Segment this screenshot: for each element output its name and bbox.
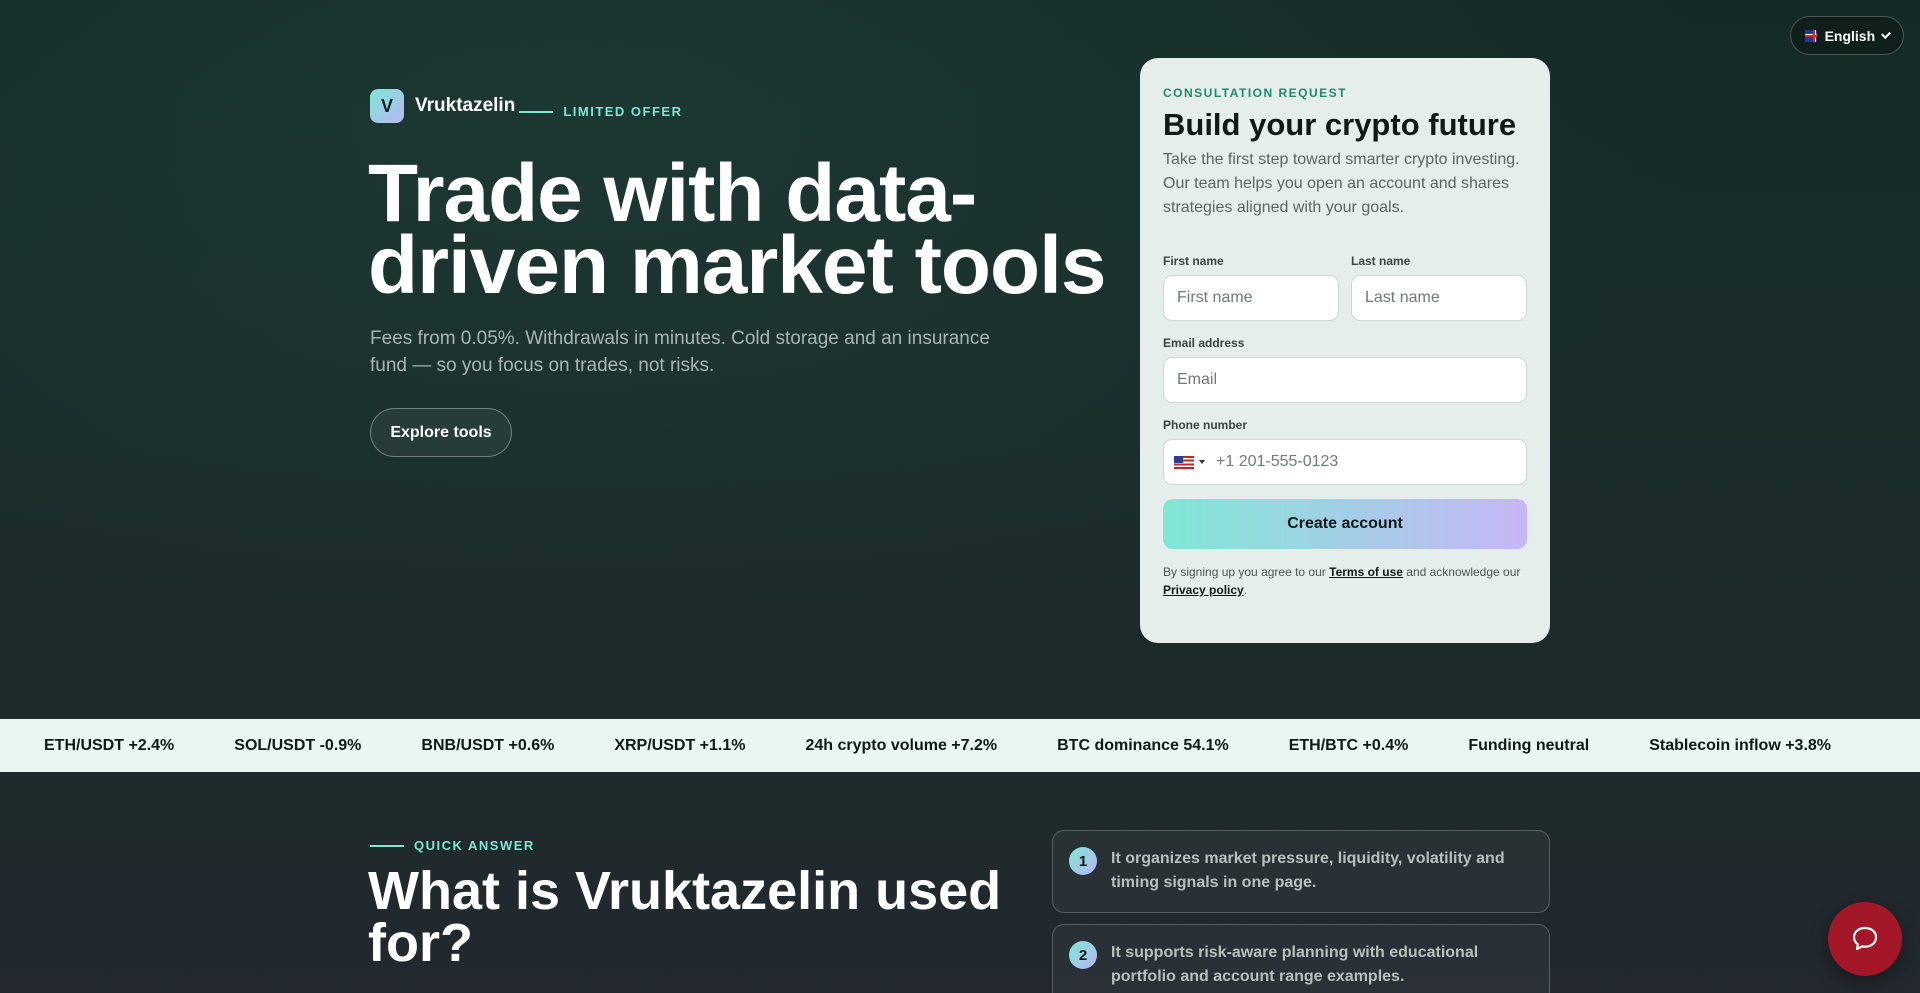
ticker-item: ETH/BTC +0.4% xyxy=(1288,736,1409,754)
legal-prefix: By signing up you agree to our xyxy=(1163,565,1326,579)
country-dropdown-icon[interactable] xyxy=(1199,460,1205,464)
ticker-item: XRP/USDT +1.1% xyxy=(614,736,746,754)
first-name-input[interactable] xyxy=(1163,275,1339,321)
last-name-input[interactable] xyxy=(1351,275,1527,321)
first-name-label: First name xyxy=(1163,254,1224,268)
quick-answer-text: It supports risk-aware planning with edu… xyxy=(1111,944,1479,985)
quick-answer-title: What is Vruktazelin used for? xyxy=(368,861,1002,973)
terms-link[interactable]: Terms of use xyxy=(1329,565,1403,579)
step-number: 1 xyxy=(1069,847,1097,875)
legal-suffix: . xyxy=(1243,583,1248,597)
last-name-group: Last name xyxy=(1351,254,1527,321)
market-ticker: ETH/USDT +2.4% SOL/USDT -0.9% BNB/USDT +… xyxy=(0,719,1920,772)
phone-input[interactable] xyxy=(1216,453,1516,471)
legal-text: By signing up you agree to our Terms of … xyxy=(1163,563,1527,599)
quick-answer-item: 2 It supports risk-aware planning with e… xyxy=(1052,924,1550,993)
ticker-item: ETH/USDT +2.4% xyxy=(44,736,175,754)
explore-tools-button[interactable]: Explore tools xyxy=(370,408,512,457)
legal-middle: and acknowledge our xyxy=(1406,565,1521,579)
email-input[interactable] xyxy=(1163,357,1527,403)
quick-answer-label: QUICK ANSWER xyxy=(414,838,535,853)
eyebrow-divider xyxy=(370,844,404,847)
language-label: English xyxy=(1824,27,1876,44)
chat-button[interactable] xyxy=(1828,902,1902,976)
last-name-label: Last name xyxy=(1351,254,1411,268)
chat-bubble-icon xyxy=(1852,926,1878,951)
phone-group: Phone number xyxy=(1163,418,1527,485)
form-title: Build your crypto future xyxy=(1163,107,1517,142)
privacy-link[interactable]: Privacy policy xyxy=(1163,583,1244,597)
brand-name[interactable]: Vruktazelin xyxy=(415,95,515,117)
limited-offer-label: LIMITED OFFER xyxy=(563,103,683,119)
hero-title: Trade with data-driven market tools xyxy=(368,148,1106,311)
brand: V Vruktazelin LIMITED OFFER xyxy=(370,89,683,123)
ticker-item: BNB/USDT +0.6% xyxy=(421,736,555,754)
email-group: Email address xyxy=(1163,336,1527,403)
first-name-group: First name xyxy=(1163,254,1339,321)
hero-subtitle: Fees from 0.05%. Withdrawals in minutes.… xyxy=(370,328,990,376)
ticker-item: Funding neutral xyxy=(1468,736,1590,754)
ticker-item: Stablecoin inflow +3.8% xyxy=(1649,736,1832,754)
ticker-item: BTC dominance 54.1% xyxy=(1057,736,1229,754)
form-eyebrow: CONSULTATION REQUEST xyxy=(1163,86,1347,100)
consultation-form: CONSULTATION REQUEST Build your crypto f… xyxy=(1140,58,1550,643)
language-selector[interactable]: English xyxy=(1790,16,1904,55)
phone-label: Phone number xyxy=(1163,418,1248,432)
uk-flag-icon xyxy=(1805,29,1817,42)
quick-answer-item: 1 It organizes market pressure, liquidit… xyxy=(1052,830,1550,913)
quick-answer-eyebrow: QUICK ANSWER xyxy=(370,838,535,853)
chevron-down-icon xyxy=(1881,28,1891,39)
form-description: Take the first step toward smarter crypt… xyxy=(1163,151,1520,216)
brand-divider xyxy=(519,111,554,113)
create-account-button[interactable]: Create account xyxy=(1163,499,1527,549)
ticker-item: SOL/USDT -0.9% xyxy=(234,736,362,754)
phone-field xyxy=(1163,439,1527,485)
step-number: 2 xyxy=(1069,941,1097,969)
brand-logo[interactable]: V xyxy=(370,89,404,123)
quick-answer-text: It organizes market pressure, liquidity,… xyxy=(1111,850,1505,891)
us-flag-icon[interactable] xyxy=(1174,455,1194,469)
email-label: Email address xyxy=(1163,336,1245,350)
ticker-item: 24h crypto volume +7.2% xyxy=(805,736,998,754)
